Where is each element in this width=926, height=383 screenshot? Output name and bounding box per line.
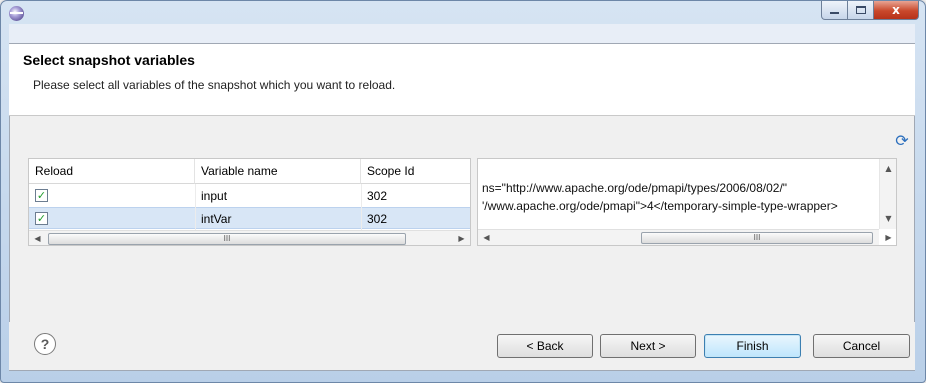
scroll-left-icon[interactable]: ◀ (29, 231, 46, 245)
value-vertical-scrollbar[interactable]: ▲ ▼ (879, 159, 896, 229)
value-horizontal-scrollbar[interactable]: ◀ III ▶ (478, 229, 892, 245)
maximize-button[interactable] (848, 1, 874, 20)
wizard-header: Select snapshot variables Please select … (9, 44, 915, 116)
title-bar[interactable]: x (1, 1, 925, 25)
table-row[interactable]: ✓ intVar 302 (29, 207, 470, 229)
eclipse-icon (9, 6, 24, 21)
column-divider (361, 184, 362, 232)
reload-checkbox[interactable]: ✓ (35, 189, 48, 202)
value-text-line: '/www.apache.org/ode/pmapi">4</temporary… (482, 199, 838, 213)
reload-checkbox[interactable]: ✓ (35, 212, 48, 225)
variable-value-pane[interactable]: ns="http://www.apache.org/ode/pmapi/type… (477, 158, 897, 246)
table-horizontal-scrollbar[interactable]: ◀ III ▶ (29, 230, 470, 245)
maximize-icon (855, 6, 866, 14)
finish-button[interactable]: Finish (704, 334, 801, 358)
column-header-scope-id[interactable]: Scope Id (361, 159, 470, 184)
value-text-line: ns="http://www.apache.org/ode/pmapi/type… (482, 181, 788, 195)
scope-id-cell: 302 (367, 189, 388, 203)
scroll-right-icon[interactable]: ▶ (453, 231, 470, 245)
close-button[interactable]: x (874, 1, 919, 20)
next-button[interactable]: Next > (600, 334, 696, 358)
minimize-button[interactable] (821, 1, 848, 20)
minimize-icon (830, 12, 839, 14)
page-description: Please select all variables of the snaps… (33, 78, 396, 92)
variable-name-cell: intVar (201, 212, 232, 226)
back-button[interactable]: < Back (497, 334, 593, 358)
window-controls: x (821, 1, 919, 20)
table-row[interactable]: ✓ input 302 (29, 185, 470, 207)
refresh-icon[interactable]: ⟳ (893, 132, 911, 150)
scroll-down-icon[interactable]: ▼ (880, 211, 896, 227)
variable-name-cell: input (201, 189, 228, 203)
scrollbar-thumb[interactable]: III (641, 232, 873, 244)
client-top-strip (9, 24, 915, 44)
help-icon[interactable]: ? (34, 333, 56, 355)
variables-table: Reload Variable name Scope Id ✓ input 30… (28, 158, 471, 246)
column-header-reload[interactable]: Reload (29, 159, 195, 184)
scroll-right-icon[interactable]: ▶ (880, 230, 896, 245)
page-title: Select snapshot variables (23, 52, 195, 68)
scope-id-cell: 302 (367, 212, 388, 226)
scrollbar-thumb[interactable]: III (48, 233, 406, 245)
column-divider (195, 184, 196, 232)
scroll-up-icon[interactable]: ▲ (880, 161, 896, 177)
scroll-left-icon[interactable]: ◀ (478, 230, 495, 245)
column-header-variable-name[interactable]: Variable name (195, 159, 361, 184)
cancel-button[interactable]: Cancel (813, 334, 910, 358)
